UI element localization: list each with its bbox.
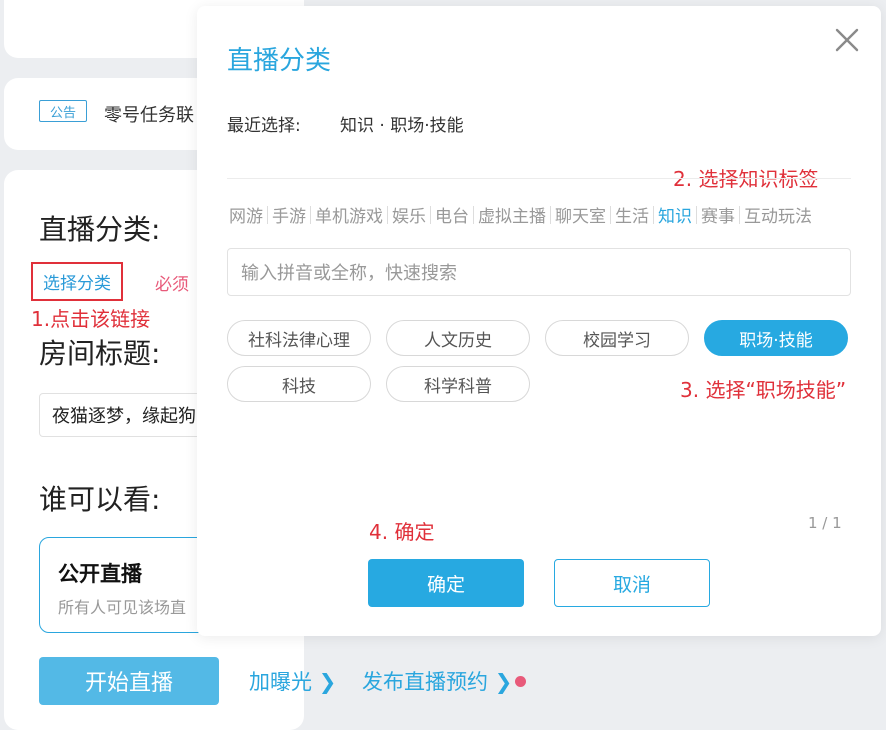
exposure-link[interactable]: 加曝光 ❯ <box>249 666 336 696</box>
dialog-title: 直播分类 <box>227 46 332 76</box>
select-category-link[interactable]: 选择分类 <box>31 262 123 301</box>
cancel-button[interactable]: 取消 <box>554 559 710 607</box>
start-live-button[interactable]: 开始直播 <box>39 657 219 705</box>
category-dialog: 直播分类 最近选择: 知识 · 职场·技能 2. 选择知识标签 网游 手游 单机… <box>197 6 881 636</box>
notification-dot <box>515 676 526 687</box>
tab-yule[interactable]: 娱乐 <box>390 202 428 227</box>
tab-separator <box>267 205 268 224</box>
tag-career-skills[interactable]: 职场·技能 <box>704 320 848 356</box>
tab-separator <box>473 205 474 224</box>
tag-campus[interactable]: 校园学习 <box>545 320 689 356</box>
recent-selection-label: 最近选择: <box>227 116 301 136</box>
public-live-title: 公开直播 <box>58 562 142 586</box>
category-search-input[interactable]: 输入拼音或全称，快速搜索 <box>227 248 851 296</box>
tag-humanities[interactable]: 人文历史 <box>386 320 530 356</box>
public-live-desc: 所有人可见该场直 <box>58 598 187 617</box>
tab-separator <box>653 205 654 224</box>
who-can-view-label: 谁可以看: <box>39 483 161 516</box>
tab-diantai[interactable]: 电台 <box>433 202 471 227</box>
tag-social-law[interactable]: 社科法律心理 <box>227 320 371 356</box>
tab-separator <box>696 205 697 224</box>
chevron-right-icon: ❯ <box>494 670 513 694</box>
close-icon[interactable] <box>833 26 861 54</box>
tab-zhishi[interactable]: 知识 <box>656 202 694 227</box>
category-label: 直播分类: <box>39 213 161 246</box>
tab-separator <box>610 205 611 224</box>
divider <box>227 178 851 179</box>
tag-technology[interactable]: 科技 <box>227 366 371 402</box>
tab-shouyou[interactable]: 手游 <box>270 202 308 227</box>
pagination: 1 / 1 <box>808 514 842 532</box>
tab-saishi[interactable]: 赛事 <box>699 202 737 227</box>
recent-selection-value[interactable]: 知识 · 职场·技能 <box>340 111 464 136</box>
tab-liaotian[interactable]: 聊天室 <box>553 202 608 227</box>
tab-separator <box>430 205 431 224</box>
tab-shenghuo[interactable]: 生活 <box>613 202 651 227</box>
schedule-link[interactable]: 发布直播预约 ❯ <box>362 666 512 696</box>
annotation-step3: 3. 选择“职场技能” <box>680 378 847 402</box>
room-title-label: 房间标题: <box>39 337 161 370</box>
tag-science[interactable]: 科学科普 <box>386 366 530 402</box>
tab-xuni[interactable]: 虚拟主播 <box>476 202 548 227</box>
required-hint: 必须 <box>155 275 189 295</box>
tab-danji[interactable]: 单机游戏 <box>313 202 385 227</box>
chevron-right-icon: ❯ <box>318 670 337 694</box>
tab-hudong[interactable]: 互动玩法 <box>742 202 814 227</box>
confirm-button[interactable]: 确定 <box>368 559 524 607</box>
tab-separator <box>387 205 388 224</box>
annotation-step1: 1.点击该链接 <box>31 307 151 331</box>
tab-wangyou[interactable]: 网游 <box>227 202 265 227</box>
schedule-link-label: 发布直播预约 <box>362 670 488 694</box>
category-tabs: 网游 手游 单机游戏 娱乐 电台 虚拟主播 聊天室 生活 知识 赛事 互动玩法 <box>227 202 814 227</box>
notice-badge: 公告 <box>39 100 87 122</box>
notice-text[interactable]: 零号任务联 <box>104 101 194 127</box>
tab-separator <box>739 205 740 224</box>
tab-separator <box>310 205 311 224</box>
annotation-step4: 4. 确定 <box>369 520 435 544</box>
tab-separator <box>550 205 551 224</box>
exposure-link-label: 加曝光 <box>249 670 312 694</box>
